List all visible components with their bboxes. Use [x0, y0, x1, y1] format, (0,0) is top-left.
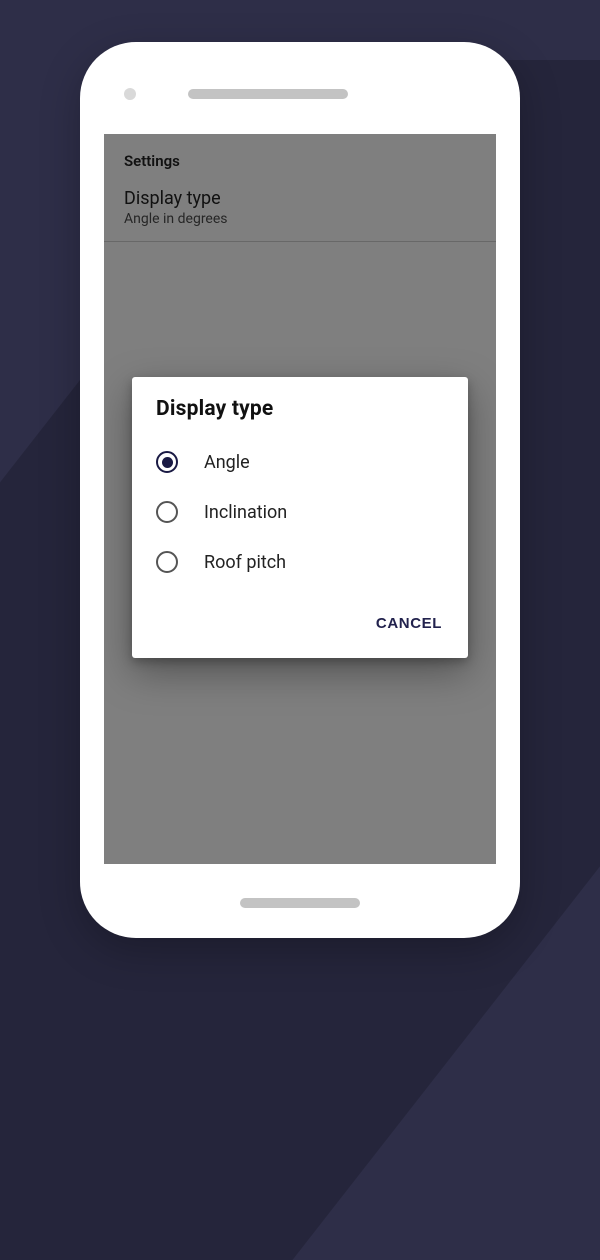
radio-label: Inclination [204, 502, 287, 523]
phone-frame: Settings Display type Angle in degrees D… [80, 42, 520, 938]
display-type-dialog: Display type Angle Inclination Roof pitc… [132, 377, 468, 658]
dialog-title: Display type [132, 377, 468, 433]
speaker-slot-icon [188, 89, 348, 99]
home-slot-icon [240, 898, 360, 908]
phone-screen: Settings Display type Angle in degrees D… [104, 134, 496, 864]
phone-bottom-hardware [80, 898, 520, 908]
radio-dot-icon [162, 457, 173, 468]
radio-option-roof-pitch[interactable]: Roof pitch [132, 537, 468, 587]
radio-checked-icon [156, 451, 178, 473]
radio-option-angle[interactable]: Angle [132, 437, 468, 487]
cancel-button[interactable]: CANCEL [364, 605, 454, 642]
radio-unchecked-icon [156, 551, 178, 573]
radio-unchecked-icon [156, 501, 178, 523]
radio-list: Angle Inclination Roof pitch [132, 433, 468, 597]
phone-top-hardware [80, 70, 520, 118]
radio-label: Roof pitch [204, 552, 286, 573]
radio-option-inclination[interactable]: Inclination [132, 487, 468, 537]
camera-icon [124, 88, 136, 100]
dialog-actions: CANCEL [132, 597, 468, 650]
radio-label: Angle [204, 452, 250, 473]
